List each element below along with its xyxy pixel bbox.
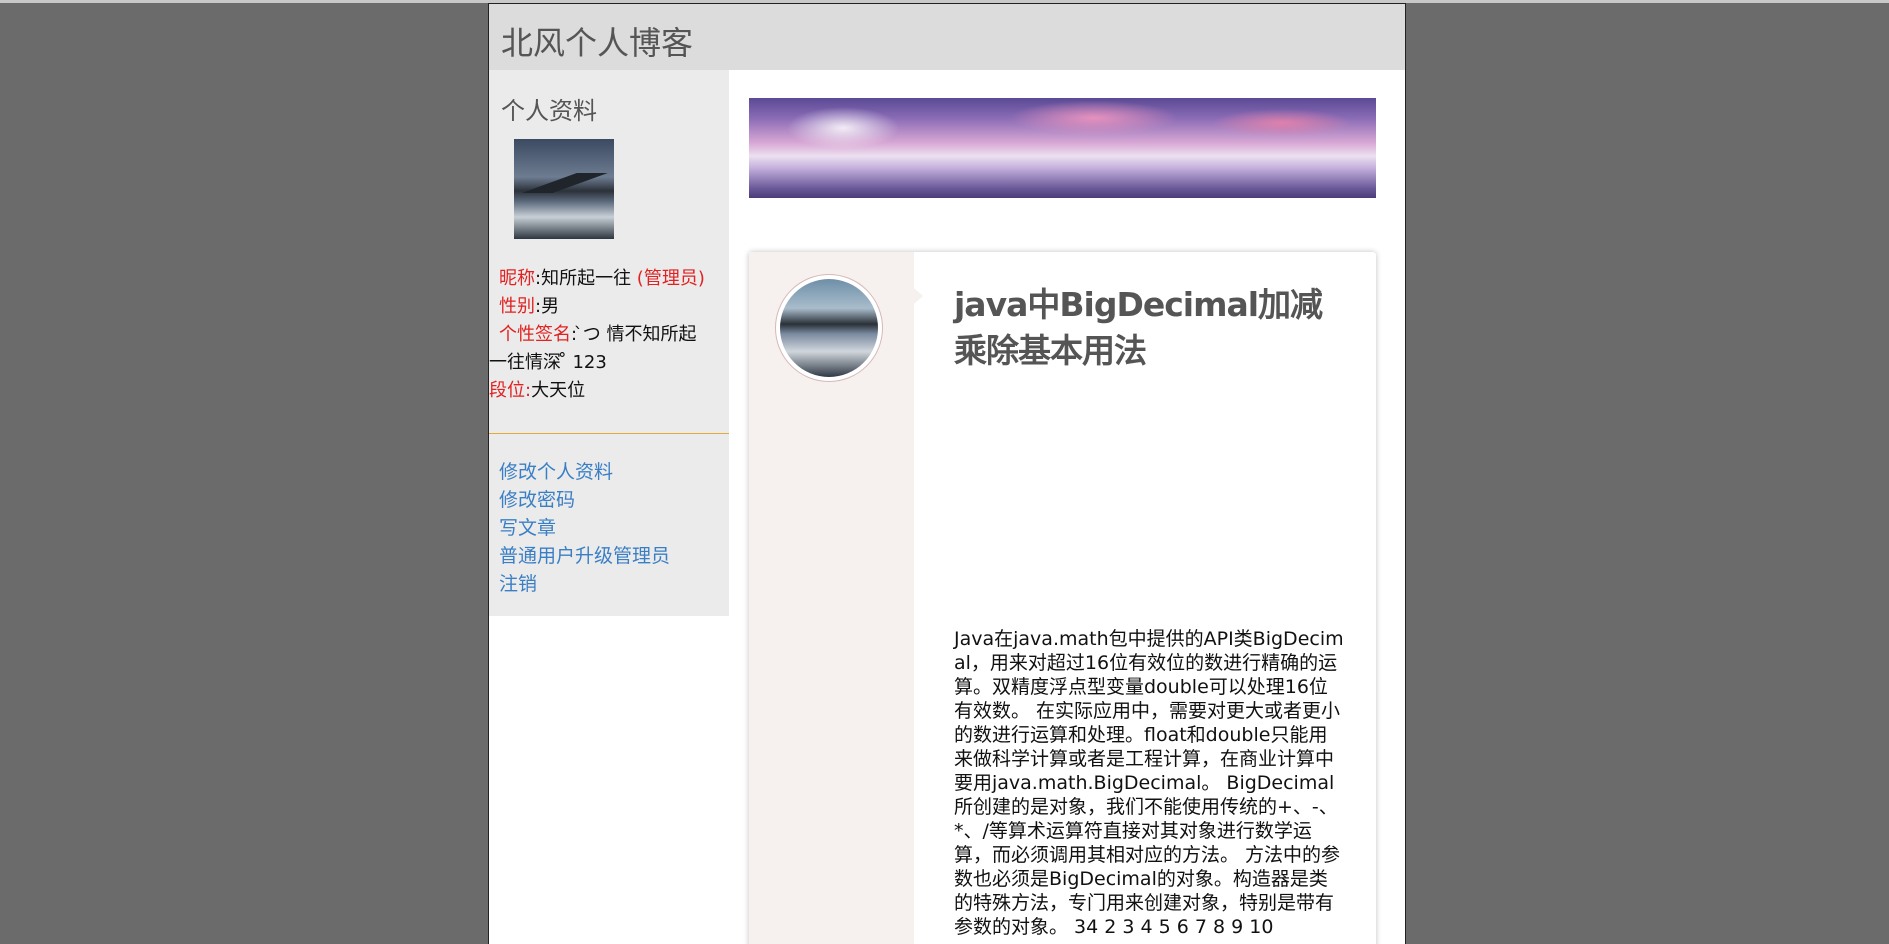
article-title[interactable]: java中BigDecimal加减乘除基本用法: [954, 282, 1354, 374]
logout-link[interactable]: 注销: [499, 570, 670, 598]
site-header: 北风个人博客: [489, 4, 1405, 70]
signature-value-continued: 一往情深 ̊ 123: [489, 352, 607, 373]
write-article-link[interactable]: 写文章: [499, 514, 670, 542]
signature-row: 个性签名: ̀つ 情不知所起: [489, 321, 729, 349]
gender-row: 性别:男: [489, 293, 729, 321]
nickname-value: :知所起一往: [535, 268, 637, 289]
gender-value: :男: [535, 296, 560, 317]
sidebar-divider: [489, 433, 729, 434]
card-arrow: [914, 288, 923, 304]
nickname-label: 昵称: [499, 268, 535, 289]
sidebar-links: 修改个人资料 修改密码 写文章 普通用户升级管理员 注销: [499, 458, 670, 598]
mountain-image: [514, 173, 614, 193]
upgrade-admin-link[interactable]: 普通用户升级管理员: [499, 542, 670, 570]
page-container: 北风个人博客 个人资料 昵称:知所起一往 (管理员) 性别:男 个性签名: ̀つ…: [488, 3, 1406, 944]
rank-row: 段位:大天位: [489, 377, 729, 405]
profile-info: 昵称:知所起一往 (管理员) 性别:男 个性签名: ̀つ 情不知所起 一往情深 …: [489, 265, 729, 405]
header-banner-image: [749, 98, 1376, 198]
gender-label: 性别: [499, 296, 535, 317]
author-avatar-image: [780, 279, 878, 377]
signature-row-continued: 一往情深 ̊ 123: [489, 349, 729, 377]
author-avatar[interactable]: [775, 274, 883, 382]
profile-avatar: [514, 139, 614, 239]
rank-value: 大天位: [531, 380, 586, 401]
sidebar-heading: 个人资料: [501, 97, 597, 125]
sidebar: 个人资料 昵称:知所起一往 (管理员) 性别:男 个性签名: ̀つ 情不知所起 …: [489, 70, 729, 616]
signature-label: 个性签名: [499, 324, 571, 345]
article-body: Java在java.math包中提供的API类BigDecimal，用来对超过1…: [954, 628, 1344, 938]
site-title[interactable]: 北风个人博客: [501, 18, 693, 64]
article-card: java中BigDecimal加减乘除基本用法 Java在java.math包中…: [749, 252, 1376, 944]
signature-value: : ̀つ 情不知所起: [571, 324, 697, 345]
role-badge: (管理员): [636, 268, 705, 289]
edit-profile-link[interactable]: 修改个人资料: [499, 458, 670, 486]
nickname-row: 昵称:知所起一往 (管理员): [489, 265, 729, 293]
change-password-link[interactable]: 修改密码: [499, 486, 670, 514]
rank-label: 段位:: [489, 380, 532, 401]
